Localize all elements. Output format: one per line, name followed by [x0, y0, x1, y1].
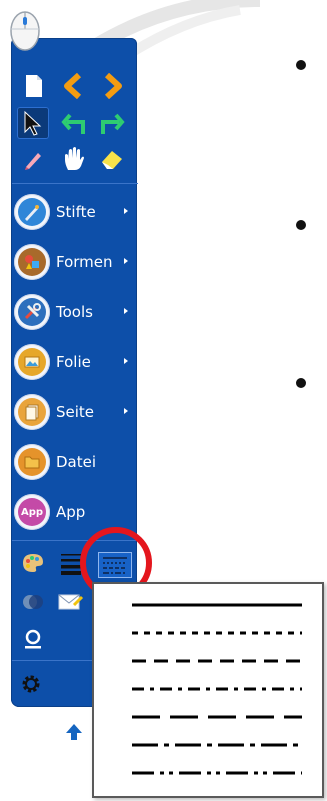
redo-button[interactable] — [98, 110, 126, 138]
solid-line-icon — [132, 603, 302, 607]
menu-label: Tools — [56, 303, 93, 321]
next-button[interactable] — [98, 72, 126, 100]
slide-bullet-2 — [296, 220, 306, 230]
menu-item-seite[interactable]: Seite — [14, 390, 137, 434]
menu-label: Formen — [56, 253, 113, 271]
cursor-arrow-icon — [24, 110, 42, 136]
app-icon: App — [14, 494, 50, 530]
mail-button[interactable] — [57, 588, 85, 616]
palette-icon — [23, 554, 43, 572]
tools-icon — [14, 294, 50, 330]
gear-icon — [22, 675, 40, 693]
submenu-arrow-icon — [124, 308, 128, 314]
menu-label: Stifte — [56, 203, 96, 221]
long-dash-dot-dot-line-icon — [132, 771, 302, 775]
menu-label: App — [56, 503, 86, 521]
line-style-option-short-dash[interactable] — [94, 646, 322, 674]
pen-button[interactable] — [20, 145, 48, 173]
chevron-left-icon — [64, 73, 82, 99]
slide-bullet-3 — [296, 378, 306, 388]
transparency-button[interactable] — [19, 588, 47, 616]
toolbar-divider — [12, 183, 138, 184]
undo-icon — [61, 113, 85, 134]
select-tool-button[interactable] — [17, 107, 49, 139]
hand-tool-button[interactable] — [60, 145, 88, 173]
line-style-option-solid[interactable] — [94, 590, 322, 618]
line-style-option-dotted[interactable] — [94, 618, 322, 646]
transparency-icon — [23, 595, 43, 609]
screen-capture-button[interactable] — [19, 625, 47, 653]
previous-button[interactable] — [60, 72, 88, 100]
slide-bullet-1 — [296, 60, 306, 70]
mail-icon — [58, 594, 84, 610]
capture-icon — [25, 629, 41, 649]
line-style-option-long-dash[interactable] — [94, 702, 322, 730]
settings-button[interactable] — [17, 670, 45, 698]
submenu-arrow-icon — [124, 358, 128, 364]
eraser-button[interactable] — [98, 145, 126, 173]
menu-item-datei[interactable]: Datei — [14, 440, 137, 484]
page-icon — [14, 394, 50, 430]
menu-label: Folie — [56, 353, 91, 371]
line-style-option-long-dash-dot-dot[interactable] — [94, 758, 322, 786]
long-dash-dot-line-icon — [132, 743, 302, 747]
submenu-arrow-icon — [124, 258, 128, 264]
new-page-button[interactable] — [20, 72, 48, 100]
line-style-popup — [92, 582, 324, 798]
menu-item-formen[interactable]: Formen — [14, 240, 137, 284]
dash-dot-line-icon — [132, 687, 302, 691]
pen-icon — [25, 153, 41, 170]
short-dash-line-icon — [132, 659, 302, 663]
menu-item-folie[interactable]: Folie — [14, 340, 137, 384]
long-dash-line-icon — [132, 715, 302, 719]
file-icon — [14, 444, 50, 480]
dotted-line-icon — [132, 631, 302, 635]
new-page-icon — [26, 75, 42, 97]
menu-label: Datei — [56, 453, 97, 471]
menu-label: Seite — [56, 403, 95, 421]
line-style-option-long-dash-dot[interactable] — [94, 730, 322, 758]
undo-button[interactable] — [60, 110, 88, 138]
line-style-option-dash-dot[interactable] — [94, 674, 322, 702]
menu-item-stifte[interactable]: Stifte — [14, 190, 137, 234]
menu-item-tools[interactable]: Tools — [14, 290, 137, 334]
redo-icon — [101, 113, 125, 134]
arrow-up-icon[interactable] — [64, 722, 84, 742]
hand-icon — [65, 147, 84, 170]
color-palette-button[interactable] — [19, 549, 47, 577]
mouse-icon[interactable] — [4, 4, 46, 56]
pen-tools-icon — [14, 194, 50, 230]
slide-icon — [14, 344, 50, 380]
shapes-icon — [14, 244, 50, 280]
chevron-right-icon — [104, 73, 122, 99]
eraser-icon — [102, 151, 122, 169]
submenu-arrow-icon — [124, 208, 128, 214]
app-badge-text: App — [20, 506, 44, 518]
submenu-arrow-icon — [124, 408, 128, 414]
